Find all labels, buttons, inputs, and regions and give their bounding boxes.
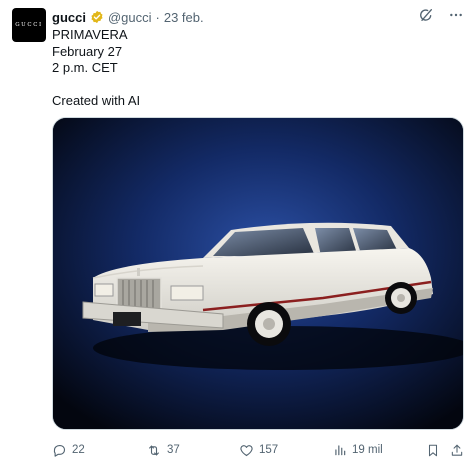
tweet-media-image[interactable] (52, 117, 464, 430)
views-icon (335, 445, 346, 456)
tweet-actions: 22 37 157 19 mil (52, 440, 464, 460)
reply-button[interactable]: 22 (52, 440, 85, 460)
tweet-line: Created with AI (52, 93, 141, 108)
car-photo (53, 118, 463, 429)
views-count: 19 mil (352, 444, 383, 456)
author-handle[interactable]: @gucci (108, 10, 152, 25)
top-actions (418, 7, 464, 28)
avatar[interactable]: GUCCI (12, 8, 46, 42)
tweet-date[interactable]: 23 feb. (164, 10, 204, 25)
reply-count: 22 (72, 444, 85, 456)
repost-count: 37 (167, 444, 180, 456)
author-name[interactable]: gucci (52, 10, 86, 25)
tweet-line: 2 p.m. CET (52, 60, 118, 75)
tweet-line: February 27 (52, 43, 123, 59)
grok-icon[interactable] (418, 7, 434, 28)
share-button[interactable] (450, 440, 464, 460)
reply-icon (53, 444, 66, 457)
avatar-logo-text: GUCCI (15, 22, 43, 28)
bookmark-icon (428, 444, 438, 456)
repost-icon (149, 445, 159, 455)
header-separator: · (155, 9, 160, 25)
bookmark-button[interactable] (426, 440, 440, 460)
like-count: 157 (259, 444, 279, 456)
share-icon (451, 444, 463, 456)
like-icon (240, 444, 253, 456)
repost-button[interactable]: 37 (146, 440, 180, 460)
verified-badge-icon[interactable] (90, 10, 104, 24)
tweet-header: gucci @gucci · 23 feb. (52, 8, 204, 26)
views-button[interactable]: 19 mil (333, 440, 383, 460)
more-icon[interactable] (448, 7, 464, 28)
tweet-text: PRIMAVERA February 27 2 p.m. CET Created… (52, 27, 462, 110)
like-button[interactable]: 157 (239, 440, 278, 460)
tweet-line: PRIMAVERA (52, 27, 128, 42)
